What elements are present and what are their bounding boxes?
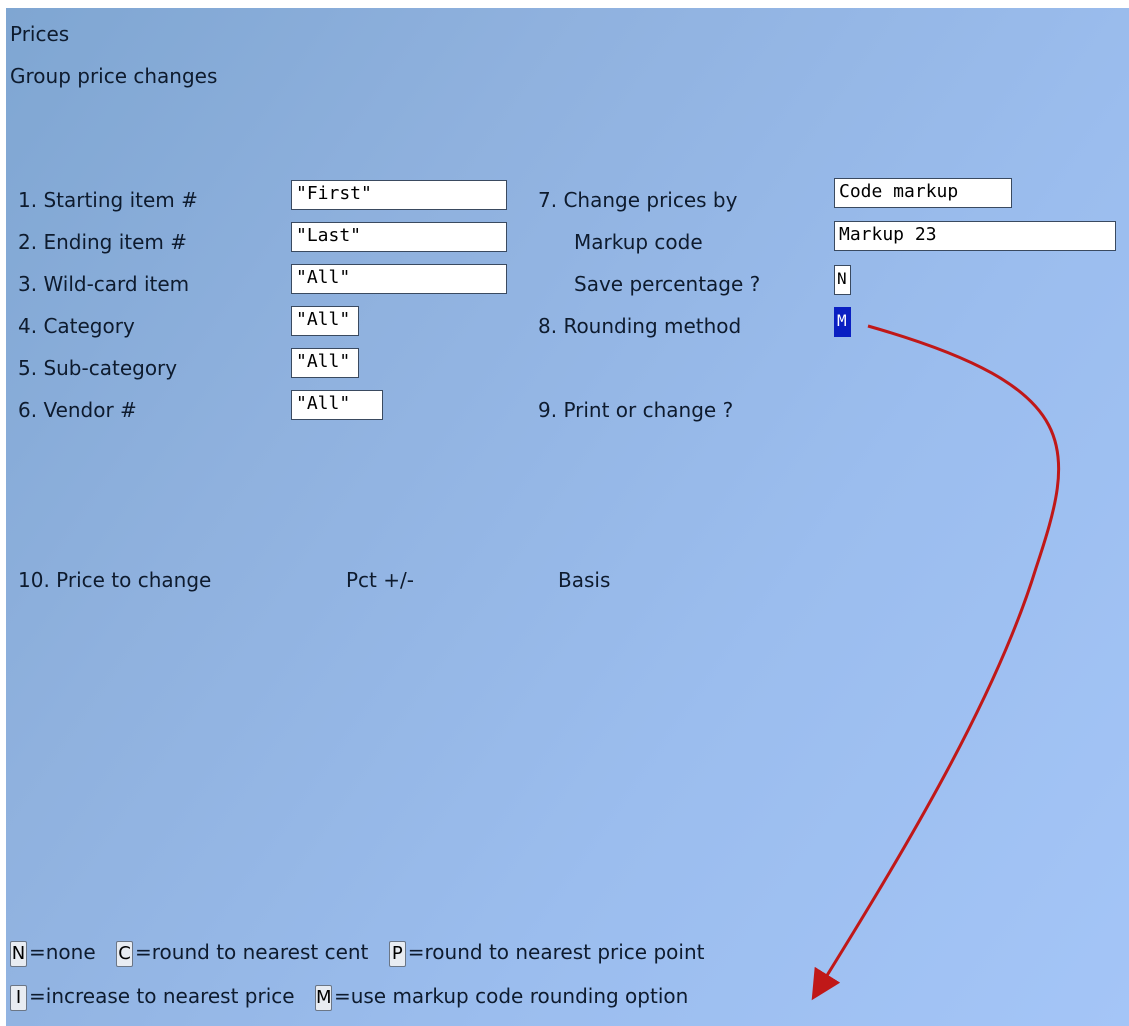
terminal-screen: Prices Group price changes 1. Starting i… [6, 8, 1129, 1026]
annotation-arrow [811, 324, 1061, 1001]
annotation-arrow-path [811, 324, 1061, 1001]
